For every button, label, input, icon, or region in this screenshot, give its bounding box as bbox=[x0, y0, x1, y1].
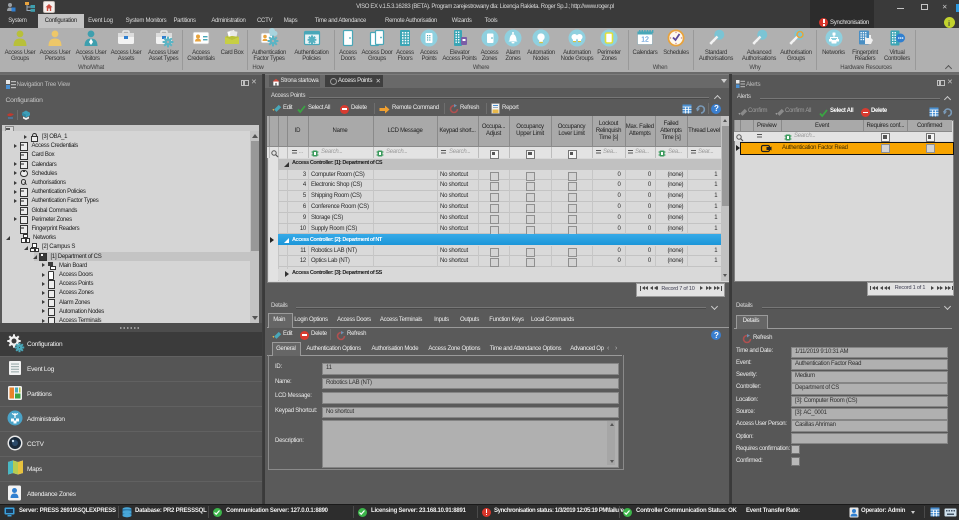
svg-text:12: 12 bbox=[641, 37, 649, 44]
